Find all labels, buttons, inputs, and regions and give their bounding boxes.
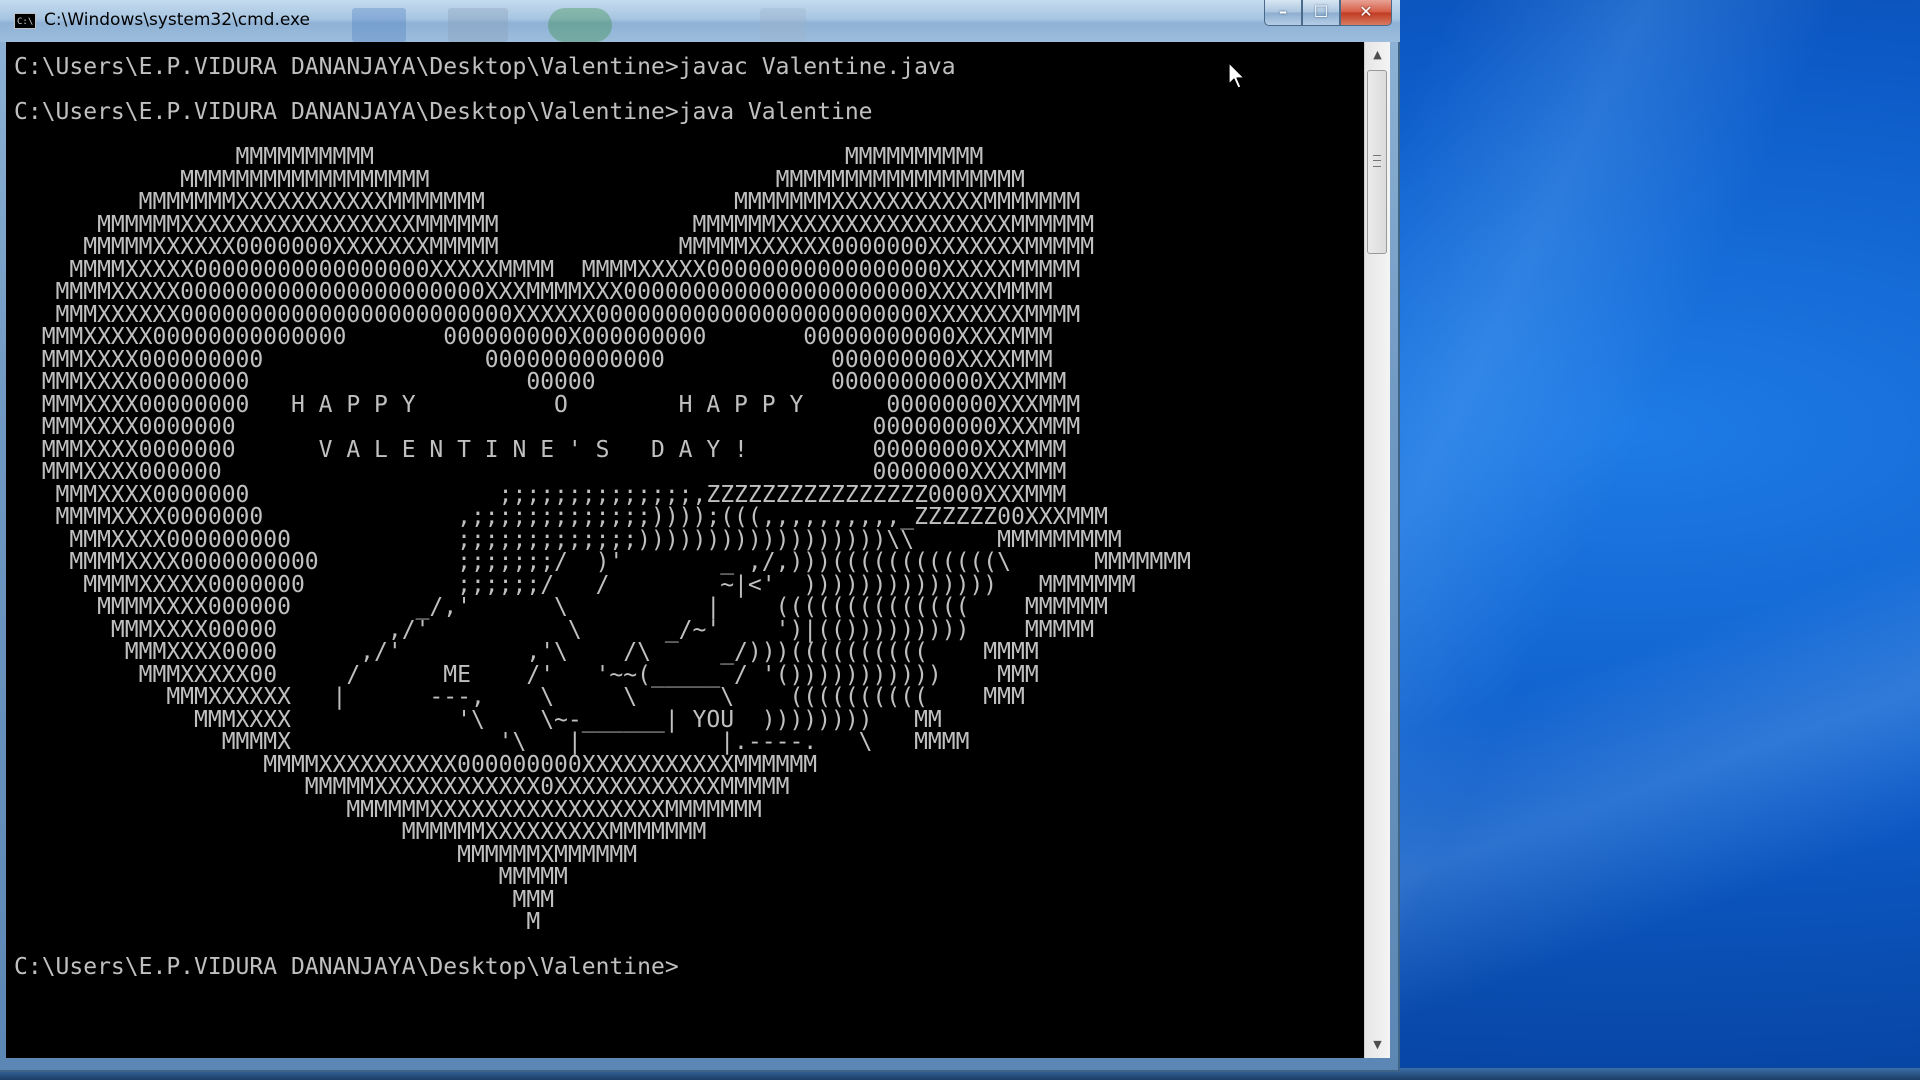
maximize-button[interactable]: ☐ (1302, 0, 1340, 26)
cmd-window: C:\ C:\Windows\system32\cmd.exe – ☐ ✕ C:… (0, 0, 1400, 1072)
taskbar-ghost-icon (760, 8, 806, 42)
console-text: C:\Users\E.P.VIDURA DANANJAYA\Desktop\Va… (14, 54, 1192, 980)
taskbar-ghost-icon (548, 8, 612, 42)
taskbar-ghost-icon (448, 8, 508, 42)
window-title: C:\Windows\system32\cmd.exe (44, 10, 311, 30)
mouse-pointer-icon (1228, 62, 1245, 89)
cmd-app-icon[interactable]: C:\ (14, 13, 36, 29)
vertical-scrollbar[interactable]: ▲ ▼ (1364, 42, 1390, 1058)
scroll-grip-icon (1373, 155, 1381, 167)
close-button[interactable]: ✕ (1340, 0, 1392, 26)
console-output-area[interactable]: C:\Users\E.P.VIDURA DANANJAYA\Desktop\Va… (6, 42, 1364, 1058)
scroll-down-arrow-icon[interactable]: ▼ (1365, 1034, 1390, 1056)
scroll-thumb[interactable] (1367, 70, 1387, 254)
minimize-button[interactable]: – (1264, 0, 1302, 26)
window-controls: – ☐ ✕ (1264, 0, 1392, 28)
scroll-up-arrow-icon[interactable]: ▲ (1365, 44, 1390, 66)
taskbar-ghost-icon (352, 8, 406, 42)
title-bar[interactable]: C:\ C:\Windows\system32\cmd.exe – ☐ ✕ (0, 0, 1400, 42)
